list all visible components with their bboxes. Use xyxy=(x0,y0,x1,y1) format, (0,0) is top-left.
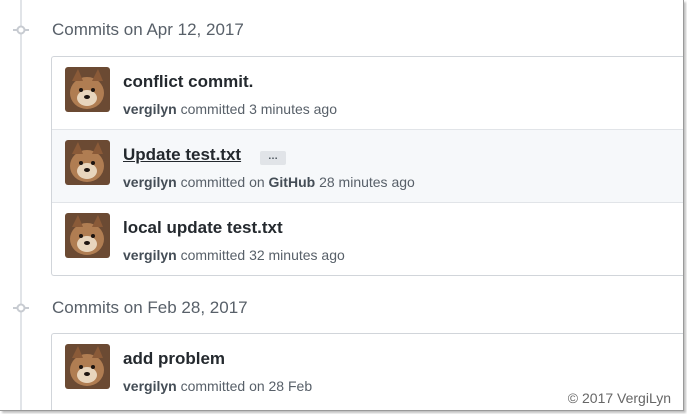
avatar[interactable] xyxy=(65,67,110,112)
commit-time: 32 minutes ago xyxy=(249,247,345,263)
commit-author-link[interactable]: vergilyn xyxy=(123,247,177,263)
expand-message-button[interactable]: … xyxy=(260,151,286,165)
commit-title-link[interactable]: local update test.txt xyxy=(123,218,283,238)
commit-author-link[interactable]: vergilyn xyxy=(123,378,177,394)
commit-group-header: Commits on Feb 28, 2017 xyxy=(0,296,683,320)
commit-title-link[interactable]: add problem xyxy=(123,349,225,369)
commit-list: conflict commit. vergilyn committed 3 mi… xyxy=(51,56,683,276)
copyright-watermark: © 2017 VergiLyn xyxy=(567,390,671,406)
avatar[interactable] xyxy=(65,213,110,258)
commit-meta: vergilyn committed 32 minutes ago xyxy=(123,247,345,263)
commit-platform: GitHub xyxy=(268,174,316,190)
commit-meta: vergilyn committed 3 minutes ago xyxy=(123,101,337,117)
commit-node-icon xyxy=(13,25,29,35)
commit-history-page: Commits on Apr 12, 2017 conflict commit.… xyxy=(0,0,684,411)
commit-author-link[interactable]: vergilyn xyxy=(123,101,177,117)
commit-time: on 28 Feb xyxy=(249,378,313,394)
commit-group-title: Commits on Apr 12, 2017 xyxy=(52,20,244,39)
commit-group-header: Commits on Apr 12, 2017 xyxy=(0,18,683,42)
commit-action: committed xyxy=(180,247,246,263)
commit-action: committed xyxy=(180,378,246,394)
commit-node-icon xyxy=(13,303,29,313)
commit-row: conflict commit. vergilyn committed 3 mi… xyxy=(52,57,683,129)
commit-time: 3 minutes ago xyxy=(249,101,338,117)
commit-platform-prefix: on xyxy=(249,174,265,190)
commit-meta: vergilyn committed on 28 Feb xyxy=(123,378,312,394)
commit-author-link[interactable]: vergilyn xyxy=(123,174,177,190)
commit-title-link[interactable]: conflict commit. xyxy=(123,72,253,92)
commit-time: 28 minutes ago xyxy=(319,174,415,190)
avatar[interactable] xyxy=(65,344,110,389)
commit-action: committed xyxy=(180,174,246,190)
commit-title-link[interactable]: Update test.txt xyxy=(123,145,241,165)
commit-row: local update test.txt vergilyn committed… xyxy=(52,202,683,275)
commit-meta: vergilyn committed on GitHub 28 minutes … xyxy=(123,174,415,190)
commit-group-title: Commits on Feb 28, 2017 xyxy=(52,298,248,317)
avatar[interactable] xyxy=(65,140,110,185)
commit-action: committed xyxy=(180,101,246,117)
timeline-line xyxy=(20,0,22,410)
commit-row: Update test.txt … vergilyn committed on … xyxy=(52,129,683,202)
